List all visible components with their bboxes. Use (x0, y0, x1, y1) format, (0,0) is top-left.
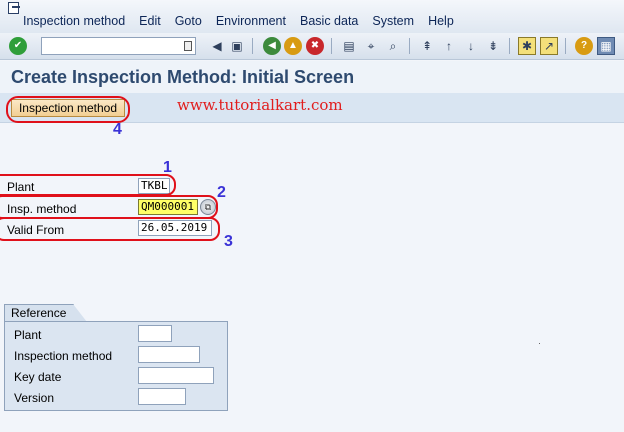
step-number-2: 2 (217, 184, 226, 201)
find-icon[interactable]: ⌖ (362, 37, 380, 55)
menu-items: Inspection method Edit Goto Environment … (23, 13, 468, 29)
create-session-icon[interactable]: ✱ (518, 37, 536, 55)
step-number-1: 1 (163, 159, 172, 176)
back-nav-icon[interactable]: ◀ (208, 37, 226, 55)
back-icon[interactable]: ◀ (263, 37, 281, 55)
ref-key-date-input[interactable] (138, 367, 214, 384)
valid-from-input[interactable]: 26.05.2019 (138, 220, 212, 236)
toolbar-separator (509, 38, 510, 54)
enter-icon[interactable]: ✔ (9, 37, 27, 55)
print-icon[interactable]: ▤ (340, 37, 358, 55)
customize-layout-icon[interactable]: ▦ (597, 37, 615, 55)
ref-plant-label: Plant (14, 328, 42, 342)
ref-method-label: Inspection method (14, 349, 113, 363)
reference-tab: Reference (4, 304, 74, 322)
menu-system[interactable]: System (372, 13, 414, 29)
menu-environment[interactable]: Environment (216, 13, 286, 29)
ref-method-input[interactable] (138, 346, 200, 363)
menu-inspection-method[interactable]: Inspection method (23, 13, 125, 29)
step-number-3: 3 (224, 233, 233, 250)
toolbar-separator (331, 38, 332, 54)
reference-group-box: Plant Inspection method Key date Version (4, 321, 228, 411)
exit-icon[interactable]: ▲ (284, 37, 302, 55)
prev-page-icon[interactable]: ↑ (440, 37, 458, 55)
toolbar-separator (409, 38, 410, 54)
inspection-method-button[interactable]: Inspection method (11, 99, 125, 117)
ref-key-date-label: Key date (14, 370, 62, 384)
title-bar: Create Inspection Method: Initial Screen (0, 61, 624, 93)
shortcut-icon[interactable]: ↗ (540, 37, 558, 55)
stray-dot (539, 343, 540, 344)
menu-help[interactable]: Help (428, 13, 454, 29)
menu-goto[interactable]: Goto (175, 13, 202, 29)
menu-exit-icon[interactable] (6, 1, 22, 14)
find-next-icon[interactable]: ⌕ (384, 37, 402, 55)
insp-method-label: Insp. method (7, 202, 77, 216)
valid-from-label: Valid From (7, 223, 65, 237)
ref-version-input[interactable] (138, 388, 186, 405)
page-title: Create Inspection Method: Initial Screen (11, 67, 355, 87)
toolbar-separator (565, 38, 566, 54)
watermark-text: www.tutorialkart.com (177, 96, 343, 114)
next-page-icon[interactable]: ↓ (462, 37, 480, 55)
step-number-4: 4 (113, 121, 122, 138)
save-icon[interactable]: ▣ (228, 37, 246, 55)
menu-basic-data[interactable]: Basic data (300, 13, 358, 29)
ref-plant-input[interactable] (138, 325, 172, 342)
menu-bar: Inspection method Edit Goto Environment … (0, 0, 624, 33)
plant-label: Plant (7, 180, 35, 194)
application-toolbar: Inspection method www.tutorialkart.com (0, 93, 624, 123)
cancel-icon[interactable]: ✖ (306, 37, 324, 55)
command-field[interactable] (41, 37, 196, 55)
help-icon[interactable]: ? (575, 37, 593, 55)
search-help-icon[interactable]: ⧉ (200, 199, 216, 215)
toolbar-separator (252, 38, 253, 54)
last-page-icon[interactable]: ⇟ (484, 37, 502, 55)
plant-input[interactable]: TKBL (138, 178, 170, 194)
reference-tab-corner (73, 304, 87, 322)
menu-edit[interactable]: Edit (139, 13, 161, 29)
first-page-icon[interactable]: ⇞ (418, 37, 436, 55)
command-dropdown-icon[interactable] (184, 41, 192, 51)
insp-method-input[interactable]: QM000001 (138, 199, 198, 215)
standard-toolbar: ✔ ◀ ▣ ◀ ▲ ✖ ▤ ⌖ ⌕ ⇞ ↑ ↓ ⇟ ✱ ↗ ? ▦ (0, 33, 624, 60)
ref-version-label: Version (14, 391, 55, 405)
